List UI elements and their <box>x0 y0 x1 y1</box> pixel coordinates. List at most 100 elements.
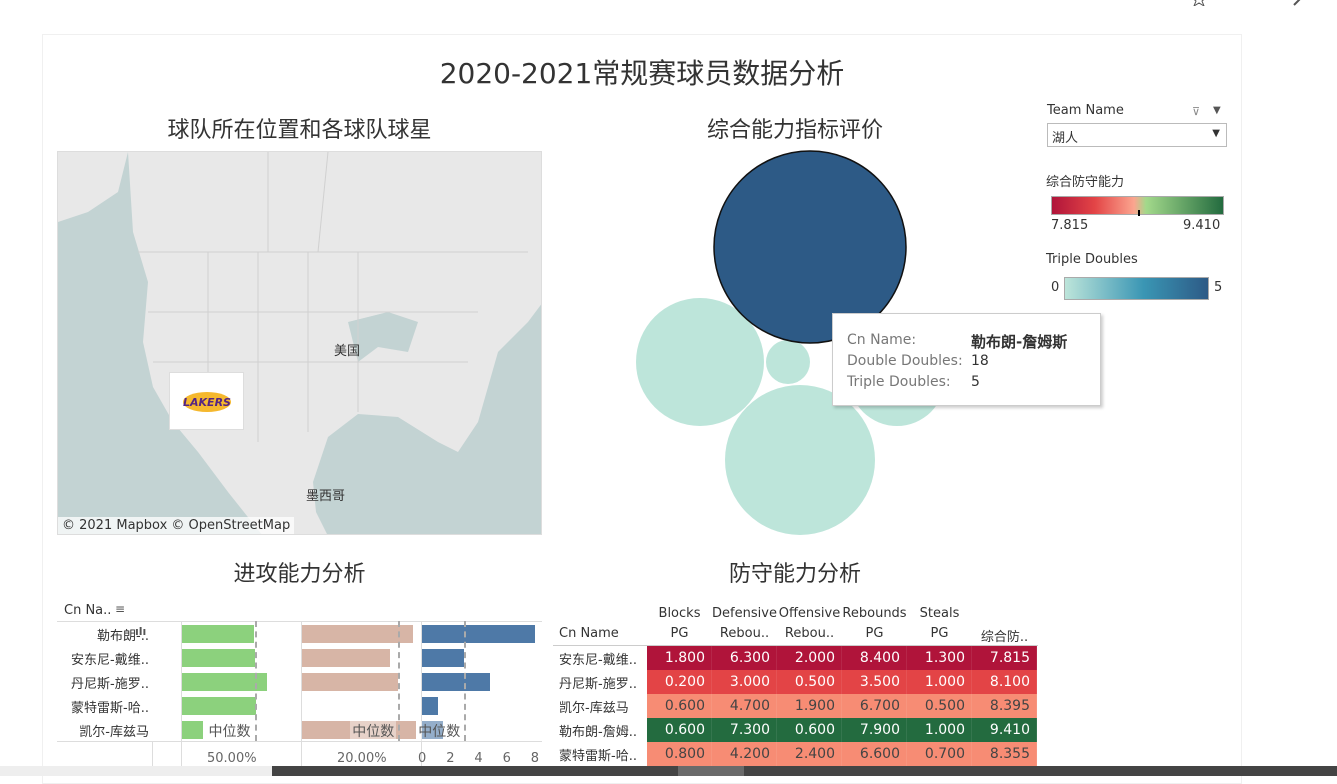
heatmap-cell[interactable]: 0.200 <box>647 670 712 694</box>
bar[interactable] <box>182 697 256 715</box>
bubble-player[interactable] <box>766 340 810 384</box>
bubble-player[interactable] <box>725 385 875 535</box>
divider <box>57 741 542 742</box>
player-name: 凯尔-库兹马 <box>79 725 149 740</box>
heatmap-cell[interactable]: 1.300 <box>907 646 972 670</box>
heatmap-cell[interactable]: 8.355 <box>972 742 1037 766</box>
median-label: 中位数 <box>416 721 463 741</box>
axis-tick: 4 <box>474 751 483 766</box>
bar[interactable] <box>182 625 254 643</box>
legend-marker <box>1138 210 1140 216</box>
heatmap-cell[interactable]: 1.000 <box>907 718 972 742</box>
team-name-dropdown[interactable]: 湖人 ▼ <box>1047 123 1227 147</box>
map-label-usa: 美国 <box>334 344 361 359</box>
heatmap-cell[interactable]: 6.600 <box>842 742 907 766</box>
column-header: Rebounds <box>842 606 907 621</box>
player-name: 蒙特雷斯-哈.. <box>71 701 149 716</box>
heatmap-cell[interactable]: 7.900 <box>842 718 907 742</box>
legend-td-gradient <box>1064 277 1209 300</box>
column-header: PG <box>865 626 884 641</box>
tooltip-key: Cn Name: <box>847 332 917 348</box>
sort-icon[interactable]: ≡ <box>115 602 125 616</box>
heatmap-cell[interactable]: 1.000 <box>907 670 972 694</box>
column-header: PG <box>930 626 949 641</box>
bar[interactable] <box>422 673 490 691</box>
divider <box>57 621 542 622</box>
dashboard-title: 2020-2021常规赛球员数据分析 <box>439 57 845 90</box>
edit-icon[interactable] <box>1293 0 1305 6</box>
column-header: Blocks <box>658 606 701 621</box>
legend-defense-gradient <box>1051 196 1224 216</box>
axis-tick: 20.00% <box>337 751 387 766</box>
heatmap-cell[interactable]: 8.395 <box>972 694 1037 718</box>
scrollbar-thumb[interactable] <box>678 766 744 776</box>
heatmap-cell[interactable]: 0.800 <box>647 742 712 766</box>
median-line <box>254 621 257 741</box>
defense-table: Cn Name Blocks PG Defensive Rebou.. Offensive… <box>553 605 1038 776</box>
defense-title: 防守能力分析 <box>728 562 861 587</box>
column-header: Rebou.. <box>719 626 770 641</box>
tooltip-value: 18 <box>971 353 989 369</box>
table-row-name[interactable]: 蒙特雷斯-哈.. <box>559 745 637 764</box>
team-location-map[interactable]: 美国 墨西哥 LAKERS © 2021 Mapbox © OpenStreet… <box>57 151 542 535</box>
heatmap-cell[interactable]: 0.600 <box>647 694 712 718</box>
median-label: 中位数 <box>350 721 397 741</box>
column-header: Offensive <box>778 606 841 621</box>
legend-td-title: Triple Doubles <box>1046 252 1138 267</box>
heatmap-cell[interactable]: 7.300 <box>712 718 777 742</box>
table-row-name[interactable]: 凯尔-库兹马 <box>559 697 629 716</box>
heatmap-cell[interactable]: 0.500 <box>907 694 972 718</box>
bar[interactable] <box>302 625 413 643</box>
bar[interactable] <box>182 721 203 739</box>
heatmap-cell[interactable]: 1.900 <box>777 694 842 718</box>
column-header: Defensive <box>712 606 777 621</box>
bar[interactable] <box>422 625 535 643</box>
heatmap-cell[interactable]: 2.400 <box>777 742 842 766</box>
bar[interactable] <box>302 673 399 691</box>
offense-header: Cn Na.. <box>64 603 112 618</box>
heatmap-cell[interactable]: 4.700 <box>712 694 777 718</box>
heatmap-cell[interactable]: 2.000 <box>777 646 842 670</box>
heatmap-cell[interactable]: 0.600 <box>777 718 842 742</box>
star-icon[interactable] <box>1191 0 1207 6</box>
tooltip-key: Triple Doubles: <box>847 374 951 390</box>
heatmap-cell[interactable]: 6.300 <box>712 646 777 670</box>
heatmap-cell[interactable]: 7.815 <box>972 646 1037 670</box>
tooltip: Cn Name: 勒布朗-詹姆斯 Double Doubles: 18 Trip… <box>832 313 1101 406</box>
panel-divider <box>301 621 302 771</box>
median-label: 中位数 <box>206 721 253 741</box>
heatmap-cell[interactable]: 9.410 <box>972 718 1037 742</box>
bar-chart-icon[interactable]: ılı <box>135 625 146 638</box>
dropdown-value: 湖人 <box>1052 131 1079 146</box>
clear-filter-icon[interactable]: ⊽ <box>1192 105 1200 118</box>
filter-menu-icon[interactable]: ▼ <box>1213 105 1221 116</box>
heatmap-cell[interactable]: 4.200 <box>712 742 777 766</box>
table-row-name[interactable]: 丹尼斯-施罗.. <box>559 673 637 692</box>
map-title: 球队所在位置和各球队球星 <box>167 118 432 143</box>
tooltip-key: Double Doubles: <box>847 353 963 369</box>
lakers-logo[interactable]: LAKERS <box>169 372 244 430</box>
heatmap-cell[interactable]: 0.600 <box>647 718 712 742</box>
horizontal-scrollbar[interactable] <box>272 766 1337 776</box>
bar[interactable] <box>182 649 255 667</box>
column-header: PG <box>670 626 689 641</box>
axis-tick: 2 <box>446 751 455 766</box>
heatmap-cell[interactable]: 3.000 <box>712 670 777 694</box>
heatmap-cell[interactable]: 3.500 <box>842 670 907 694</box>
column-header: Rebou.. <box>784 626 835 641</box>
axis-tick: 50.00% <box>207 751 257 766</box>
heatmap-cell[interactable]: 6.700 <box>842 694 907 718</box>
bar[interactable] <box>422 697 438 715</box>
svg-text:LAKERS: LAKERS <box>183 396 231 409</box>
table-row-name[interactable]: 勒布朗-詹姆.. <box>559 721 637 740</box>
heatmap-cell[interactable]: 0.700 <box>907 742 972 766</box>
legend-defense-min: 7.815 <box>1051 218 1089 233</box>
heatmap-cell[interactable]: 1.800 <box>647 646 712 670</box>
bar[interactable] <box>422 649 465 667</box>
heatmap-cell[interactable]: 0.500 <box>777 670 842 694</box>
table-row-name[interactable]: 安东尼-戴维.. <box>559 649 637 668</box>
heatmap-cell[interactable]: 8.100 <box>972 670 1037 694</box>
legend-defense-title: 综合防守能力 <box>1046 175 1125 190</box>
bar[interactable] <box>302 649 390 667</box>
heatmap-cell[interactable]: 8.400 <box>842 646 907 670</box>
